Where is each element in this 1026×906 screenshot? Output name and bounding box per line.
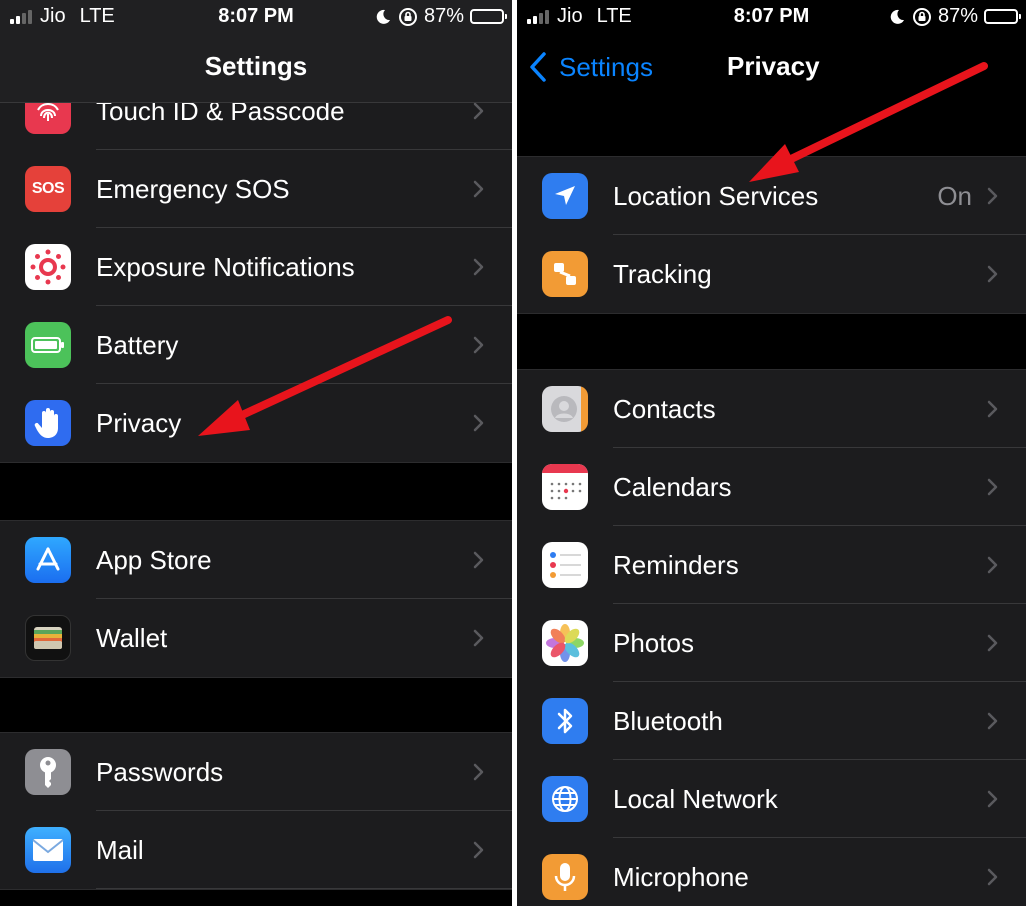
mail-icon xyxy=(25,827,71,873)
privacy-row-tracking[interactable]: Tracking xyxy=(517,235,1026,313)
privacy-row-bluetooth[interactable]: Bluetooth xyxy=(517,682,1026,760)
settings-row-label: Passwords xyxy=(96,757,224,787)
battery-icon xyxy=(25,322,71,368)
settings-row-label: Contacts xyxy=(613,394,716,424)
status-bar-overlay: Jio LTE 8:07 PM 87% xyxy=(0,0,512,34)
privacy-group-2: Contacts Calendars Reminders Photos Blue… xyxy=(517,369,1026,906)
privacy-row-reminders[interactable]: Reminders xyxy=(517,526,1026,604)
chevron-right-icon xyxy=(473,629,484,647)
nav-bar: Settings Privacy xyxy=(517,34,1026,102)
settings-row-label: Calendars xyxy=(613,472,732,502)
chevron-right-icon xyxy=(473,258,484,276)
microphone-icon xyxy=(542,854,588,900)
key-icon xyxy=(25,749,71,795)
sos-icon: SOS xyxy=(25,166,71,212)
settings-row-emergency-sos[interactable]: SOS Emergency SOS xyxy=(0,150,512,228)
globe-icon xyxy=(542,776,588,822)
settings-row-exposure-notifications[interactable]: Exposure Notifications xyxy=(0,228,512,306)
chevron-right-icon xyxy=(987,634,998,652)
contacts-icon xyxy=(542,386,588,432)
back-button-label: Settings xyxy=(559,51,653,82)
privacy-row-calendars[interactable]: Calendars xyxy=(517,448,1026,526)
settings-row-label: Emergency SOS xyxy=(96,174,290,204)
calendar-icon xyxy=(542,464,588,510)
chevron-right-icon xyxy=(473,102,484,120)
settings-row-privacy[interactable]: Privacy xyxy=(0,384,512,462)
status-bar: Jio LTE 8:07 PM 87% xyxy=(517,0,1026,34)
settings-group-1: Touch ID & Passcode SOS Emergency SOS Ex… xyxy=(0,71,512,463)
location-services-status: On xyxy=(937,181,972,211)
nav-bar-overlay: Settings xyxy=(0,34,512,103)
chevron-right-icon xyxy=(473,841,484,859)
chevron-right-icon xyxy=(987,478,998,496)
chevron-right-icon xyxy=(987,265,998,283)
wallet-icon xyxy=(25,615,71,661)
settings-row-label: Bluetooth xyxy=(613,706,723,736)
settings-screen: Jio LTE 8:07 PM 87% Settings Touch ID & … xyxy=(0,0,512,906)
settings-row-label: Exposure Notifications xyxy=(96,252,355,282)
location-arrow-icon xyxy=(542,173,588,219)
settings-row-label: Battery xyxy=(96,330,179,360)
settings-row-label: Microphone xyxy=(613,862,749,892)
privacy-row-microphone[interactable]: Microphone xyxy=(517,838,1026,906)
chevron-right-icon xyxy=(473,414,484,432)
chevron-right-icon xyxy=(473,336,484,354)
chevron-right-icon xyxy=(987,400,998,418)
settings-row-label: Photos xyxy=(613,628,694,658)
chevron-right-icon xyxy=(987,868,998,886)
tracking-icon xyxy=(542,251,588,297)
settings-row-label: App Store xyxy=(96,545,212,575)
chevron-right-icon xyxy=(987,790,998,808)
settings-row-label: Local Network xyxy=(613,784,778,814)
settings-row-label: Privacy xyxy=(96,408,182,438)
privacy-row-photos[interactable]: Photos xyxy=(517,604,1026,682)
rotation-lock-icon xyxy=(912,7,931,26)
moon-icon xyxy=(890,9,904,24)
battery-level-icon xyxy=(984,9,1021,24)
settings-row-label: Location Services xyxy=(613,181,819,211)
settings-row-label: Tracking xyxy=(613,259,712,289)
battery-level-icon xyxy=(470,9,507,24)
battery-percent: 87% xyxy=(937,5,978,27)
rotation-lock-icon xyxy=(398,7,417,26)
settings-row-battery[interactable]: Battery xyxy=(0,306,512,384)
hand-icon xyxy=(25,400,71,446)
bluetooth-icon xyxy=(542,698,588,744)
settings-row-wallet[interactable]: Wallet xyxy=(0,599,512,677)
privacy-row-location-services[interactable]: Location Services On xyxy=(517,157,1026,235)
chevron-right-icon xyxy=(987,187,998,205)
app-store-icon xyxy=(25,537,71,583)
chevron-right-icon xyxy=(473,551,484,569)
chevron-left-icon xyxy=(530,52,546,82)
settings-row-app-store[interactable]: App Store xyxy=(0,521,512,599)
privacy-row-contacts[interactable]: Contacts xyxy=(517,370,1026,448)
settings-group-3: Passwords Mail xyxy=(0,732,512,890)
settings-row-label: Wallet xyxy=(96,623,168,653)
chevron-right-icon xyxy=(473,180,484,198)
battery-percent: 87% xyxy=(423,5,464,27)
settings-row-passwords[interactable]: Passwords xyxy=(0,733,512,811)
page-title: Settings xyxy=(204,51,308,81)
chevron-right-icon xyxy=(987,712,998,730)
page-title: Privacy xyxy=(727,51,820,81)
settings-row-label: Mail xyxy=(96,835,144,865)
back-button[interactable]: Settings xyxy=(527,50,653,84)
privacy-row-local-network[interactable]: Local Network xyxy=(517,760,1026,838)
chevron-right-icon xyxy=(473,763,484,781)
moon-icon xyxy=(376,9,390,24)
privacy-group-1: Location Services On Tracking xyxy=(517,156,1026,314)
photos-icon xyxy=(542,620,588,666)
exposure-icon xyxy=(25,244,71,290)
settings-row-label: Reminders xyxy=(613,550,739,580)
settings-group-2: App Store Wallet xyxy=(0,520,512,678)
reminders-icon xyxy=(542,542,588,588)
chevron-right-icon xyxy=(987,556,998,574)
privacy-screen: Jio LTE 8:07 PM 87% Settings Privacy Loc… xyxy=(517,0,1026,906)
settings-row-mail[interactable]: Mail xyxy=(0,811,512,889)
row-separator xyxy=(96,888,512,889)
